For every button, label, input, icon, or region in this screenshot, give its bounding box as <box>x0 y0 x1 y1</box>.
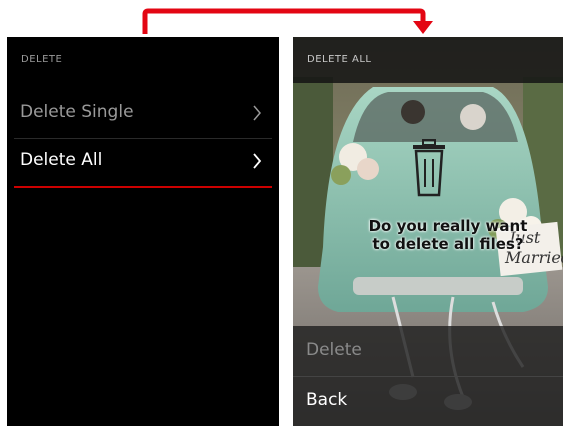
back-button-label: Back <box>306 390 348 410</box>
chevron-right-icon <box>253 153 262 169</box>
menu-header: DELETE <box>21 54 63 65</box>
screen-title: DELETE ALL <box>307 54 372 65</box>
menu-item-label: Delete Single <box>20 102 134 122</box>
trash-icon <box>413 139 445 197</box>
menu-item-delete-all[interactable]: Delete All <box>14 138 272 188</box>
action-menu: Delete Back <box>293 326 563 426</box>
menu-item-label: Delete All <box>20 150 103 170</box>
back-button[interactable]: Back <box>293 376 563 426</box>
confirm-message: Do you really want to delete all files? <box>353 217 543 253</box>
delete-button[interactable]: Delete <box>293 326 563 377</box>
confirm-message-line1: Do you really want <box>368 217 528 235</box>
chevron-right-icon <box>253 105 261 121</box>
delete-all-screen: Just Married DELETE ALL Do you really wa… <box>293 37 563 426</box>
flow-arrow-icon <box>142 8 433 34</box>
delete-menu-screen: DELETE Delete Single Delete All <box>7 37 279 426</box>
delete-button-label: Delete <box>306 340 362 360</box>
menu-item-delete-single[interactable]: Delete Single <box>14 90 272 139</box>
confirm-message-line2: to delete all files? <box>372 235 524 253</box>
